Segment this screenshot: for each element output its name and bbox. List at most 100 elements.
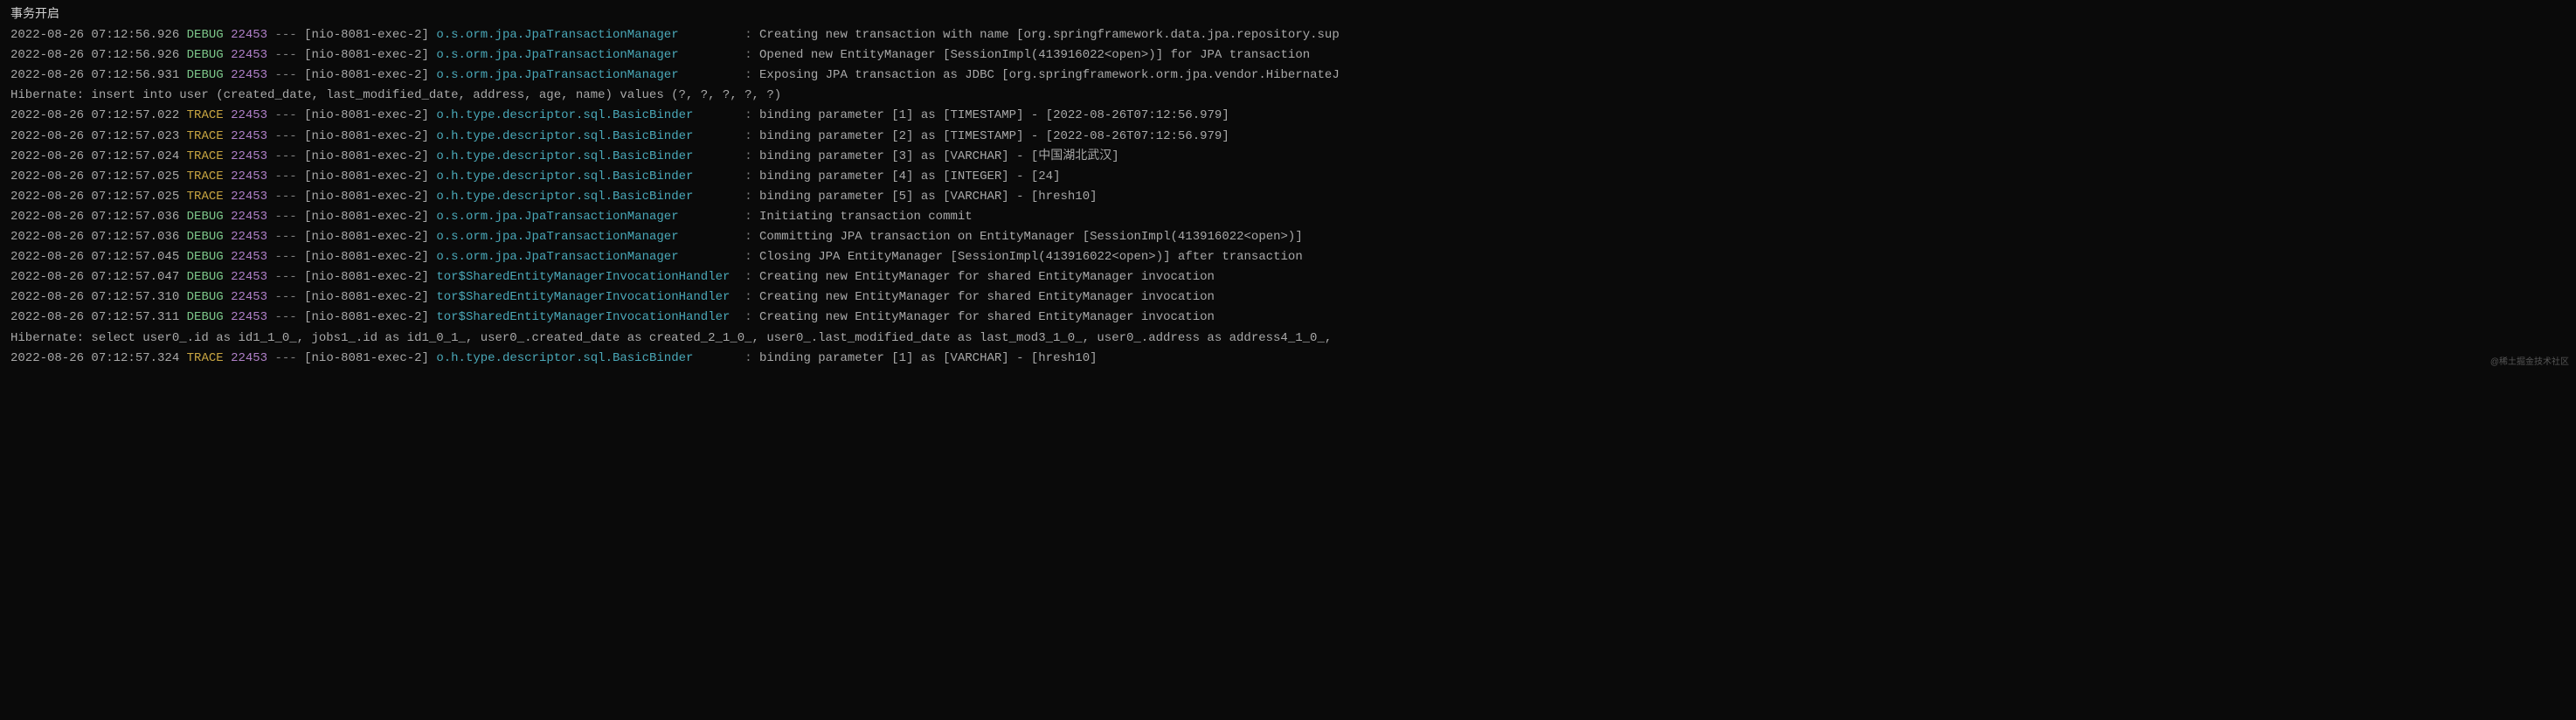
- log-colon: :: [744, 190, 751, 204]
- log-message: Creating new EntityManager for shared En…: [759, 310, 1215, 324]
- log-pid: 22453: [231, 129, 267, 143]
- log-pid: 22453: [231, 210, 267, 224]
- log-pid: 22453: [231, 230, 267, 244]
- log-logger-name: o.h.type.descriptor.sql.BasicBinder: [436, 170, 737, 183]
- log-thread: [nio-8081-exec-2]: [304, 351, 429, 365]
- log-timestamp: 2022-08-26 07:12:57.023: [10, 129, 179, 143]
- log-pid: 22453: [231, 68, 267, 82]
- log-logger-name: tor$SharedEntityManagerInvocationHandler: [436, 270, 737, 284]
- log-colon: :: [744, 290, 751, 304]
- log-output-panel[interactable]: 事务开启 2022-08-26 07:12:56.926 DEBUG 22453…: [0, 5, 2576, 369]
- log-pid: 22453: [231, 28, 267, 42]
- log-separator: ---: [274, 190, 296, 204]
- log-pid: 22453: [231, 48, 267, 62]
- log-thread: [nio-8081-exec-2]: [304, 170, 429, 183]
- log-colon: :: [744, 48, 751, 62]
- log-logger-name: o.h.type.descriptor.sql.BasicBinder: [436, 149, 737, 163]
- log-thread: [nio-8081-exec-2]: [304, 149, 429, 163]
- log-line: 2022-08-26 07:12:57.022 TRACE 22453 --- …: [0, 106, 2576, 126]
- log-separator: ---: [274, 170, 296, 183]
- log-timestamp: 2022-08-26 07:12:57.311: [10, 310, 179, 324]
- log-thread: [nio-8081-exec-2]: [304, 290, 429, 304]
- log-separator: ---: [274, 230, 296, 244]
- log-separator: ---: [274, 28, 296, 42]
- log-thread: [nio-8081-exec-2]: [304, 129, 429, 143]
- log-colon: :: [744, 270, 751, 284]
- log-level: TRACE: [187, 149, 224, 163]
- log-colon: :: [744, 170, 751, 183]
- log-thread: [nio-8081-exec-2]: [304, 230, 429, 244]
- log-timestamp: 2022-08-26 07:12:57.025: [10, 170, 179, 183]
- log-colon: :: [744, 108, 751, 122]
- log-timestamp: 2022-08-26 07:12:57.025: [10, 190, 179, 204]
- log-message: Creating new EntityManager for shared En…: [759, 290, 1215, 304]
- log-line: 2022-08-26 07:12:56.931 DEBUG 22453 --- …: [0, 66, 2576, 86]
- log-line: Hibernate: select user0_.id as id1_1_0_,…: [0, 329, 2576, 349]
- log-logger-name: tor$SharedEntityManagerInvocationHandler: [436, 290, 737, 304]
- log-logger-name: o.s.orm.jpa.JpaTransactionManager: [436, 48, 737, 62]
- log-plain-text: Hibernate: insert into user (created_dat…: [10, 88, 781, 102]
- log-separator: ---: [274, 310, 296, 324]
- log-level: DEBUG: [187, 210, 224, 224]
- log-line: 2022-08-26 07:12:57.324 TRACE 22453 --- …: [0, 349, 2576, 369]
- log-colon: :: [744, 28, 751, 42]
- log-separator: ---: [274, 129, 296, 143]
- log-line: 2022-08-26 07:12:56.926 DEBUG 22453 --- …: [0, 45, 2576, 66]
- log-pid: 22453: [231, 351, 267, 365]
- log-message: Creating new transaction with name [org.…: [759, 28, 1340, 42]
- log-message: binding parameter [1] as [TIMESTAMP] - […: [759, 108, 1229, 122]
- log-logger-name: o.h.type.descriptor.sql.BasicBinder: [436, 108, 737, 122]
- log-pid: 22453: [231, 270, 267, 284]
- log-line: 2022-08-26 07:12:56.926 DEBUG 22453 --- …: [0, 25, 2576, 45]
- log-thread: [nio-8081-exec-2]: [304, 48, 429, 62]
- log-level: TRACE: [187, 170, 224, 183]
- log-colon: :: [744, 149, 751, 163]
- log-timestamp: 2022-08-26 07:12:56.926: [10, 28, 179, 42]
- log-pid: 22453: [231, 190, 267, 204]
- log-separator: ---: [274, 250, 296, 264]
- watermark-text: @稀土掘金技术社区: [2490, 356, 2569, 370]
- log-colon: :: [744, 230, 751, 244]
- log-pid: 22453: [231, 170, 267, 183]
- log-line: 2022-08-26 07:12:57.025 TRACE 22453 --- …: [0, 167, 2576, 187]
- log-separator: ---: [274, 108, 296, 122]
- log-level: DEBUG: [187, 270, 224, 284]
- log-level: DEBUG: [187, 290, 224, 304]
- log-plain-text: Hibernate: select user0_.id as id1_1_0_,…: [10, 331, 1332, 345]
- log-message: Closing JPA EntityManager [SessionImpl(4…: [759, 250, 1303, 264]
- log-logger-name: o.h.type.descriptor.sql.BasicBinder: [436, 129, 737, 143]
- log-thread: [nio-8081-exec-2]: [304, 210, 429, 224]
- log-thread: [nio-8081-exec-2]: [304, 68, 429, 82]
- log-line: 2022-08-26 07:12:57.311 DEBUG 22453 --- …: [0, 308, 2576, 328]
- log-body: 2022-08-26 07:12:56.926 DEBUG 22453 --- …: [0, 25, 2576, 369]
- log-thread: [nio-8081-exec-2]: [304, 310, 429, 324]
- log-thread: [nio-8081-exec-2]: [304, 28, 429, 42]
- log-message: binding parameter [1] as [VARCHAR] - [hr…: [759, 351, 1097, 365]
- log-message: Committing JPA transaction on EntityMana…: [759, 230, 1303, 244]
- log-message: Initiating transaction commit: [759, 210, 973, 224]
- log-logger-name: tor$SharedEntityManagerInvocationHandler: [436, 310, 737, 324]
- log-line: 2022-08-26 07:12:57.036 DEBUG 22453 --- …: [0, 227, 2576, 247]
- log-colon: :: [744, 351, 751, 365]
- log-message: binding parameter [4] as [INTEGER] - [24…: [759, 170, 1060, 183]
- log-line: 2022-08-26 07:12:57.025 TRACE 22453 --- …: [0, 187, 2576, 207]
- log-colon: :: [744, 310, 751, 324]
- log-timestamp: 2022-08-26 07:12:56.931: [10, 68, 179, 82]
- log-line: 2022-08-26 07:12:57.024 TRACE 22453 --- …: [0, 147, 2576, 167]
- log-line: 2022-08-26 07:12:57.047 DEBUG 22453 --- …: [0, 267, 2576, 287]
- log-level: DEBUG: [187, 28, 224, 42]
- log-logger-name: o.s.orm.jpa.JpaTransactionManager: [436, 250, 737, 264]
- log-separator: ---: [274, 290, 296, 304]
- log-timestamp: 2022-08-26 07:12:57.036: [10, 230, 179, 244]
- log-message: binding parameter [5] as [VARCHAR] - [hr…: [759, 190, 1097, 204]
- log-logger-name: o.s.orm.jpa.JpaTransactionManager: [436, 210, 737, 224]
- log-message: binding parameter [3] as [VARCHAR] - [中国…: [759, 149, 1119, 163]
- log-logger-name: o.s.orm.jpa.JpaTransactionManager: [436, 28, 737, 42]
- log-level: DEBUG: [187, 68, 224, 82]
- log-separator: ---: [274, 210, 296, 224]
- log-timestamp: 2022-08-26 07:12:57.022: [10, 108, 179, 122]
- log-thread: [nio-8081-exec-2]: [304, 190, 429, 204]
- log-timestamp: 2022-08-26 07:12:57.024: [10, 149, 179, 163]
- log-pid: 22453: [231, 310, 267, 324]
- log-separator: ---: [274, 351, 296, 365]
